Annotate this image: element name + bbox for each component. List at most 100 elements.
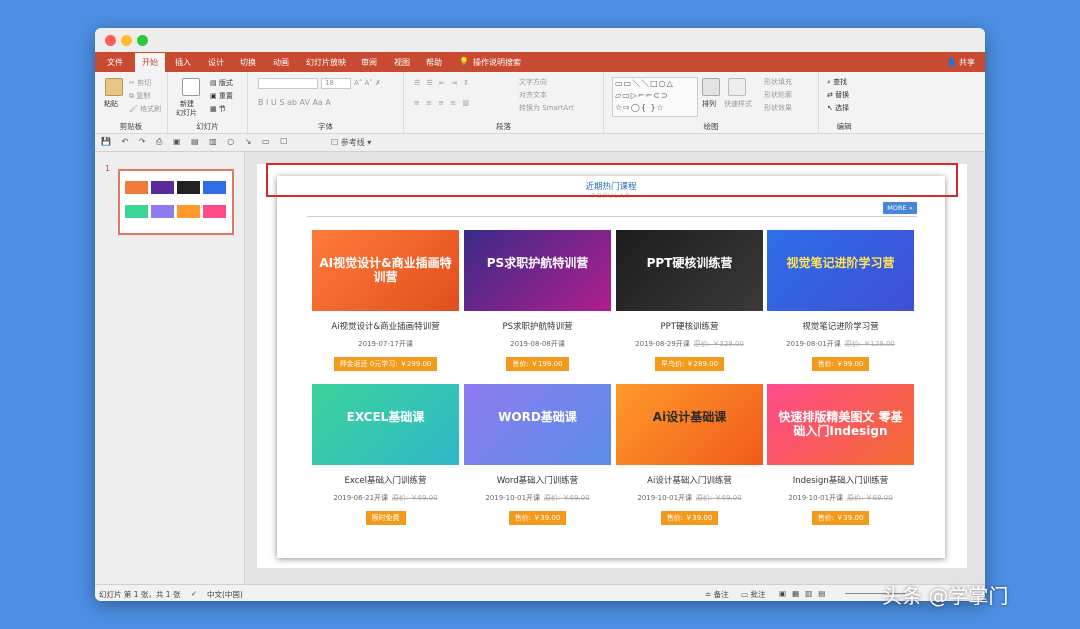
shape-effects-button[interactable]: 形状效果	[764, 103, 792, 113]
course-card[interactable]: 快速排版精美图文 零基础入门Indesign Indesign基础入门训练营 201…	[767, 384, 914, 525]
slide-canvas[interactable]: 近期热门课程 POPULAR MORE » AI视觉设计&商业插画特训营 Ai视觉…	[257, 164, 967, 568]
course-banner[interactable]: EXCEL基础课	[312, 384, 459, 465]
reset-label: 重置	[218, 92, 233, 100]
shape-fill-button[interactable]: 形状填充	[764, 77, 792, 87]
new-slide-icon[interactable]	[182, 78, 200, 96]
font-grow-shrink-buttons[interactable]: A˄ A˅ ✗	[354, 79, 381, 87]
course-title[interactable]: Excel基础入门训练营	[312, 474, 459, 486]
text-direction-button[interactable]: 文字方向	[519, 77, 547, 87]
course-banner[interactable]: AI视觉设计&商业插画特训营	[312, 230, 459, 311]
course-title[interactable]: 视觉笔记进阶学习营	[767, 320, 914, 332]
course-banner[interactable]: PS求职护航特训营	[464, 230, 611, 311]
course-date-line: 2019-10-01开课 原价: ￥69.00	[464, 493, 611, 503]
tell-me-search[interactable]: 操作说明搜索	[473, 57, 521, 68]
tab-insert[interactable]: 插入	[175, 57, 191, 68]
tab-animations[interactable]: 动画	[273, 57, 289, 68]
ribbon-tabs: 文件 开始 插入 设计 切换 动画 幻灯片放映 审阅 视图 帮助 💡 操作说明搜…	[95, 52, 985, 72]
section-button[interactable]: ▦ 节	[210, 104, 226, 114]
course-card[interactable]: EXCEL基础课 Excel基础入门训练营 2019-06-21开课 原价: ￥69.…	[312, 384, 459, 525]
course-title[interactable]: PS求职护航特训营	[464, 320, 611, 332]
quick-styles-button[interactable]: 快速样式	[724, 99, 752, 109]
close-window-button[interactable]	[105, 35, 116, 46]
alignment-buttons[interactable]: ≡ ≡ ≡ ≡ ▥	[414, 99, 471, 107]
tab-file[interactable]: 文件	[107, 57, 123, 68]
course-price-badge[interactable]: 押金返还 0元学习: ￥299.00	[333, 357, 438, 371]
paste-button[interactable]: 粘贴	[104, 99, 118, 109]
arrange-icon[interactable]	[702, 78, 720, 96]
spellcheck-icon[interactable]: ✓	[191, 589, 197, 598]
new-slide-button-2[interactable]: 幻灯片	[176, 108, 197, 118]
course-old-price: 原价: ￥69.00	[544, 494, 590, 502]
course-title[interactable]: Word基础入门训练营	[464, 474, 611, 486]
comments-button[interactable]: ▭ 批注	[741, 589, 765, 600]
course-title[interactable]: Ai视觉设计&商业插画特训营	[312, 320, 459, 332]
course-banner-text: PPT硬核训练营	[646, 256, 733, 270]
course-old-price: 原价: ￥69.00	[696, 494, 742, 502]
course-card[interactable]: PS求职护航特训营 PS求职护航特训营 2019-08-08开课 售价: ￥199.0…	[464, 230, 611, 371]
more-button[interactable]: MORE »	[883, 202, 917, 214]
zoom-window-button[interactable]	[137, 35, 148, 46]
format-painter-label: 格式刷	[140, 105, 162, 113]
course-price-badge[interactable]: 售价: ￥39.00	[660, 511, 719, 525]
tab-slideshow[interactable]: 幻灯片放映	[306, 57, 346, 68]
font-name-input[interactable]	[258, 78, 318, 89]
minimize-window-button[interactable]	[121, 35, 132, 46]
course-banner[interactable]: PPT硬核训练营	[616, 230, 763, 311]
slide-thumbnail[interactable]	[118, 169, 234, 235]
course-price-badge[interactable]: 售价: ￥199.00	[506, 357, 569, 371]
tab-help[interactable]: 帮助	[426, 57, 442, 68]
course-card[interactable]: PPT硬核训练营 PPT硬核训练营 2019-08-29开课 原价: ￥329.00 早…	[616, 230, 763, 371]
course-card[interactable]: Ai设计基础课 Ai设计基础入门训练营 2019-10-01开课 原价: ￥69.00…	[616, 384, 763, 525]
course-card[interactable]: WORD基础课 Word基础入门训练营 2019-10-01开课 原价: ￥69.00…	[464, 384, 611, 525]
list-buttons[interactable]: ☰ ☰ ⇤ ⇥ ↕	[414, 79, 471, 87]
course-title[interactable]: Indesign基础入门训练营	[767, 474, 914, 486]
course-banner-text: 快速排版精美图文 零基础入门Indesign	[778, 410, 903, 438]
tab-transitions[interactable]: 切换	[240, 57, 256, 68]
share-button[interactable]: 👤 共享	[946, 57, 975, 68]
tab-design[interactable]: 设计	[208, 57, 224, 68]
font-format-buttons[interactable]: B I U S ab AV Aa A	[258, 98, 331, 107]
format-painter-button[interactable]: 🖌 格式刷	[129, 104, 161, 114]
select-button[interactable]: ↖ 选择	[827, 103, 849, 113]
qat-buttons[interactable]: 💾 ↶ ↷ ⎙ ▣ ▤ ▥ ○ ↘ ▭ ☐	[101, 137, 291, 147]
course-banner-text: WORD基础课	[498, 410, 577, 424]
font-size-input[interactable]: 18	[321, 78, 351, 89]
course-price-badge[interactable]: 售价: ￥39.00	[508, 511, 567, 525]
tab-review[interactable]: 审阅	[361, 57, 377, 68]
cut-button[interactable]: ✂ 剪切	[129, 78, 151, 88]
course-price-badge[interactable]: 限时免费	[365, 511, 406, 525]
view-buttons[interactable]: ▣▦▥▤	[779, 589, 831, 598]
paste-icon[interactable]	[105, 78, 123, 96]
course-price-badge[interactable]: 早鸟价: ￥289.00	[654, 357, 725, 371]
tab-home[interactable]: 开始	[135, 53, 165, 72]
arrange-button[interactable]: 排列	[702, 99, 716, 109]
copy-button[interactable]: ⧉ 复制	[129, 91, 150, 101]
course-price-badge[interactable]: 售价: ￥39.00	[811, 511, 870, 525]
reset-button[interactable]: ▣ 重置	[210, 91, 233, 101]
slide-thumbnail-pane: 1	[95, 152, 245, 584]
shapes-gallery[interactable]: ▭▭＼＼□○△ ▱▭▷⌐⌐⊂⊃ ☆⇨◯{ }☆	[612, 77, 698, 117]
layout-button[interactable]: ▤ 版式	[210, 78, 233, 88]
tab-view[interactable]: 视图	[394, 57, 410, 68]
course-banner[interactable]: Ai设计基础课	[616, 384, 763, 465]
convert-smartart-button[interactable]: 转换为 SmartArt	[519, 103, 574, 113]
shape-outline-button[interactable]: 形状轮廓	[764, 90, 792, 100]
notes-button[interactable]: ≐ 备注	[705, 589, 729, 600]
font-label: 字体	[318, 122, 333, 131]
slides-group: 新建 幻灯片 ▤ 版式 ▣ 重置 ▦ 节 幻灯片	[168, 72, 248, 134]
course-title[interactable]: PPT硬核训练营	[616, 320, 763, 332]
course-title[interactable]: Ai设计基础入门训练营	[616, 474, 763, 486]
course-date-line: 2019-08-29开课 原价: ￥329.00	[616, 339, 763, 349]
course-banner[interactable]: WORD基础课	[464, 384, 611, 465]
quick-styles-icon[interactable]	[728, 78, 746, 96]
course-card[interactable]: AI视觉设计&商业插画特训营 Ai视觉设计&商业插画特训营 2019-07-17开课…	[312, 230, 459, 371]
replace-button[interactable]: ⇄ 替换	[827, 90, 849, 100]
course-card[interactable]: 视觉笔记进阶学习营 视觉笔记进阶学习营 2019-08-01开课 原价: ￥129.0…	[767, 230, 914, 371]
find-button[interactable]: ⌕ 查找	[827, 77, 847, 87]
course-banner[interactable]: 视觉笔记进阶学习营	[767, 230, 914, 311]
course-price-badge[interactable]: 售价: ￥99.00	[811, 357, 870, 371]
gridlines-checkbox[interactable]: ☐ 参考线 ▾	[331, 137, 371, 148]
course-banner[interactable]: 快速排版精美图文 零基础入门Indesign	[767, 384, 914, 465]
align-text-button[interactable]: 对齐文本	[519, 90, 547, 100]
language-status[interactable]: 中文(中国)	[207, 589, 243, 600]
